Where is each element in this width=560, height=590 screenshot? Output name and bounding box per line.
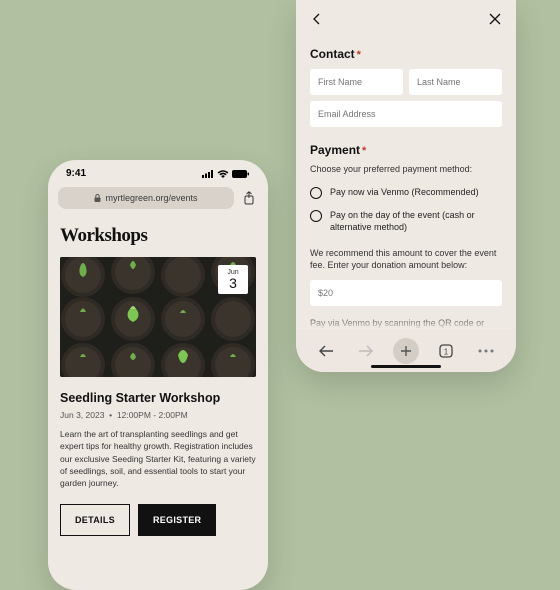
modal-topnav <box>296 0 516 37</box>
plus-icon <box>400 345 412 357</box>
tabs-button[interactable]: 1 <box>433 338 459 364</box>
more-button[interactable] <box>473 338 499 364</box>
contact-heading: Contact* <box>310 47 502 61</box>
event-meta: Jun 3, 2023 • 12:00PM - 2:00PM <box>60 410 256 420</box>
event-title: Seedling Starter Workshop <box>60 391 256 405</box>
date-badge: Jun 3 <box>218 265 248 294</box>
payment-option-day-of[interactable]: Pay on the day of the event (cash or alt… <box>310 209 502 233</box>
event-description: Learn the art of transplanting seedlings… <box>60 428 256 490</box>
url-text: myrtlegreen.org/events <box>105 193 197 203</box>
venmo-instructions-cut: Pay via Venmo by scanning the QR code or <box>310 318 502 328</box>
registration-form: Contact* Payment* Choose your preferred … <box>296 47 516 328</box>
back-button[interactable] <box>310 12 324 31</box>
payment-heading: Payment* <box>310 143 502 157</box>
new-tab-button[interactable] <box>393 338 419 364</box>
event-image: Jun 3 <box>60 257 256 377</box>
phone-right: Contact* Payment* Choose your preferred … <box>296 0 516 372</box>
ellipsis-icon <box>478 349 494 353</box>
close-icon <box>488 12 502 26</box>
phone-left: 9:41 myrtlegreen.org/events Workshops <box>48 160 268 590</box>
radio-icon <box>310 187 322 199</box>
email-field[interactable] <box>310 101 502 127</box>
share-icon <box>243 191 255 205</box>
status-indicators <box>202 170 250 178</box>
lock-icon <box>94 194 101 202</box>
address-row: myrtlegreen.org/events <box>48 183 268 217</box>
payment-option-venmo[interactable]: Pay now via Venmo (Recommended) <box>310 186 502 199</box>
tabs-icon: 1 <box>438 343 454 359</box>
svg-text:1: 1 <box>444 348 449 357</box>
battery-icon <box>232 170 250 178</box>
cellular-icon <box>202 170 214 178</box>
nav-back-button[interactable] <box>313 338 339 364</box>
details-button[interactable]: DETAILS <box>60 504 130 536</box>
arrow-left-icon <box>318 344 334 358</box>
wifi-icon <box>217 170 229 178</box>
arrow-right-icon <box>358 344 374 358</box>
radio-icon <box>310 210 322 222</box>
button-row: DETAILS REGISTER <box>60 504 256 536</box>
event-date: Jun 3, 2023 <box>60 410 104 420</box>
status-bar: 9:41 <box>48 160 268 183</box>
page-content: Workshops <box>48 217 268 536</box>
browser-toolbar: 1 <box>296 330 516 372</box>
status-time: 9:41 <box>66 168 86 179</box>
share-button[interactable] <box>240 191 258 205</box>
page-title: Workshops <box>60 225 256 247</box>
meta-sep: • <box>109 410 112 420</box>
address-bar[interactable]: myrtlegreen.org/events <box>58 187 234 209</box>
home-indicator <box>371 365 441 368</box>
required-mark: * <box>362 145 366 157</box>
badge-day: 3 <box>218 276 248 290</box>
donation-note: We recommend this amount to cover the ev… <box>310 247 502 272</box>
last-name-field[interactable] <box>409 69 502 95</box>
required-mark: * <box>357 49 361 61</box>
register-button[interactable]: REGISTER <box>138 504 216 536</box>
option-label: Pay on the day of the event (cash or alt… <box>330 209 502 233</box>
chevron-left-icon <box>310 12 324 26</box>
first-name-field[interactable] <box>310 69 403 95</box>
event-time: 12:00PM - 2:00PM <box>117 410 188 420</box>
payment-hint: Choose your preferred payment method: <box>310 163 502 176</box>
donation-amount-field[interactable] <box>310 280 502 306</box>
nav-forward-button[interactable] <box>353 338 379 364</box>
option-label: Pay now via Venmo (Recommended) <box>330 186 479 198</box>
close-button[interactable] <box>488 12 502 31</box>
